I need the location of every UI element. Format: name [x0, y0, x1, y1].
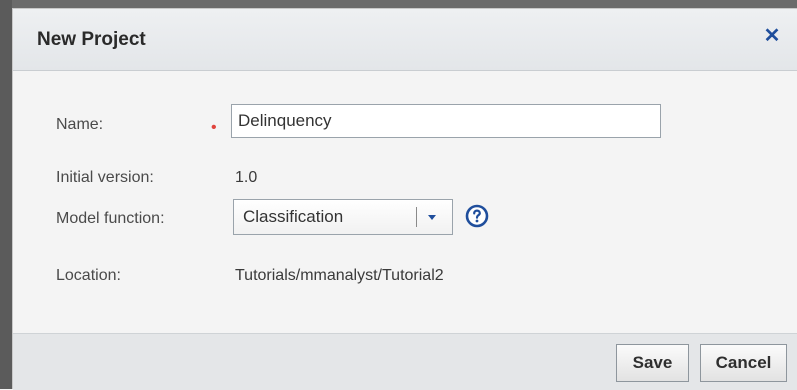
dialog-body: Name: • Initial version: 1.0 Model funct… — [13, 71, 797, 333]
save-button[interactable]: Save — [616, 344, 689, 382]
chevron-down-icon[interactable] — [424, 209, 440, 225]
dialog-title: New Project — [37, 29, 146, 50]
dialog-titlebar: New Project ✕ — [13, 9, 797, 71]
help-icon[interactable] — [465, 204, 489, 228]
background-edge-left — [0, 0, 12, 389]
model-function-label: Model function: — [56, 210, 165, 227]
model-function-selected-value: Classification — [243, 207, 344, 226]
dialog-footer: Save Cancel — [13, 333, 797, 390]
initial-version-label: Initial version: — [56, 169, 154, 186]
cancel-button[interactable]: Cancel — [700, 344, 787, 382]
initial-version-value: 1.0 — [235, 169, 258, 186]
name-label: Name: — [56, 116, 104, 133]
location-value: Tutorials/mmanalyst/Tutorial2 — [235, 267, 444, 284]
location-label: Location: — [56, 267, 121, 284]
background-edge-top — [0, 0, 797, 8]
model-function-select[interactable]: Classification — [233, 199, 453, 235]
name-input[interactable] — [231, 104, 661, 138]
close-icon[interactable]: ✕ — [761, 25, 783, 47]
required-marker: • — [211, 119, 217, 136]
new-project-dialog: New Project ✕ Name: • Initial version: 1… — [12, 8, 797, 390]
select-divider — [416, 207, 417, 227]
